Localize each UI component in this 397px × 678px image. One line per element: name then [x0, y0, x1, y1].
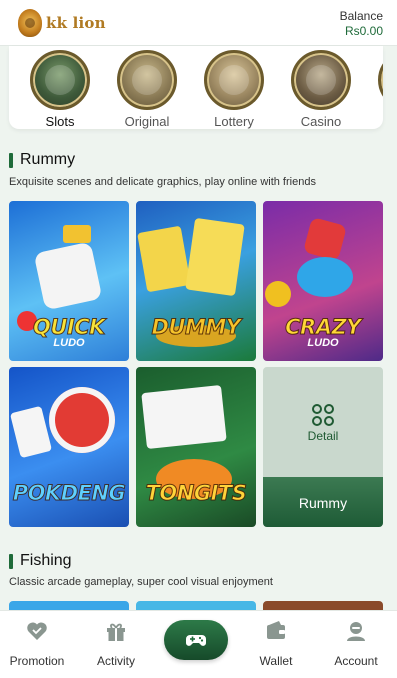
- ludo-piece-icon: [297, 257, 353, 297]
- balance-label: Balance: [339, 9, 383, 23]
- playing-card-icon: [9, 405, 53, 459]
- detail-category-name: Rummy: [263, 477, 383, 527]
- section-title: Fishing: [20, 552, 72, 569]
- tab-label: Activity: [96, 654, 135, 668]
- clover-grid-icon: [312, 404, 334, 426]
- category-strip: Slots Original Lottery Casino: [9, 46, 383, 129]
- category-casino[interactable]: Casino: [288, 50, 354, 129]
- wallet-icon: [267, 621, 285, 639]
- gamepad-icon: [186, 635, 206, 646]
- category-label: Original: [124, 114, 170, 129]
- category-more[interactable]: [375, 50, 383, 110]
- dice-icon: [33, 241, 103, 311]
- crown-icon: [63, 225, 91, 243]
- ludo-piece-icon: [265, 281, 291, 307]
- game-subtitle: LUDO: [53, 337, 85, 349]
- balance-value: Rs0.00: [344, 24, 383, 38]
- category-label: Lottery: [214, 114, 254, 129]
- category-label: Slots: [45, 114, 75, 129]
- section-accent-bar: [9, 553, 13, 569]
- slots-coin-icon: [30, 50, 90, 110]
- game-title: TONGITS: [145, 481, 247, 506]
- game-title: CRAZY: [285, 315, 362, 340]
- game-tile-pokdeng[interactable]: POKDENG: [9, 367, 129, 527]
- dice-icon: [302, 216, 348, 262]
- original-coin-icon: [117, 50, 177, 110]
- category-slots[interactable]: Slots: [27, 50, 93, 129]
- game-tile-dummy[interactable]: DUMMY: [136, 201, 256, 361]
- section-subtitle: Classic arcade gameplay, super cool visu…: [9, 576, 273, 588]
- playing-cards-fan-icon: [141, 384, 227, 450]
- section-accent-bar: [9, 152, 13, 168]
- category-label: Casino: [300, 114, 342, 129]
- balance-display[interactable]: Balance Rs0.00: [340, 9, 383, 39]
- tab-activity[interactable]: Activity: [79, 619, 153, 668]
- fishing-section-header: Fishing: [9, 552, 72, 570]
- casino-coin-icon: [291, 50, 351, 110]
- game-title: DUMMY: [151, 315, 242, 340]
- tab-label: Promotion: [9, 654, 65, 668]
- detail-label: Detail: [307, 429, 339, 443]
- brand-name: kk lion: [46, 14, 106, 32]
- gift-icon: [107, 623, 125, 641]
- playing-card-icon: [185, 217, 245, 297]
- game-title: POKDENG: [12, 481, 126, 506]
- section-subtitle: Exquisite scenes and delicate graphics, …: [9, 176, 316, 188]
- tab-account[interactable]: Account: [319, 619, 393, 668]
- app-header: kk lion Balance Rs0.00: [0, 0, 397, 46]
- category-original[interactable]: Original: [114, 50, 180, 129]
- rummy-detail-tile[interactable]: Detail Rummy: [263, 367, 383, 527]
- tab-label: Wallet: [259, 654, 293, 668]
- tab-wallet[interactable]: Wallet: [239, 619, 313, 668]
- category-lottery[interactable]: Lottery: [201, 50, 267, 129]
- playing-card-icon: [137, 225, 191, 293]
- game-tile-quick-ludo[interactable]: QUICK LUDO: [9, 201, 129, 361]
- section-title: Rummy: [20, 151, 76, 168]
- promotion-heart-icon: [27, 622, 47, 640]
- game-subtitle: LUDO: [307, 337, 339, 349]
- brand-logo[interactable]: kk lion: [18, 9, 106, 37]
- game-tile-tongits[interactable]: TONGITS: [136, 367, 256, 527]
- game-tile-crazy-ludo[interactable]: CRAZY LUDO: [263, 201, 383, 361]
- more-coin-icon: [378, 50, 383, 110]
- tab-label: Account: [334, 654, 378, 668]
- lion-logo-icon: [18, 9, 42, 37]
- poker-chip-icon: [49, 387, 115, 453]
- account-icon: [347, 622, 365, 641]
- game-title: QUICK: [33, 315, 106, 340]
- tab-promotion[interactable]: Promotion: [0, 619, 74, 668]
- lottery-coin-icon: [204, 50, 264, 110]
- center-games-button[interactable]: [164, 620, 228, 660]
- rummy-section-header: Rummy: [9, 151, 75, 169]
